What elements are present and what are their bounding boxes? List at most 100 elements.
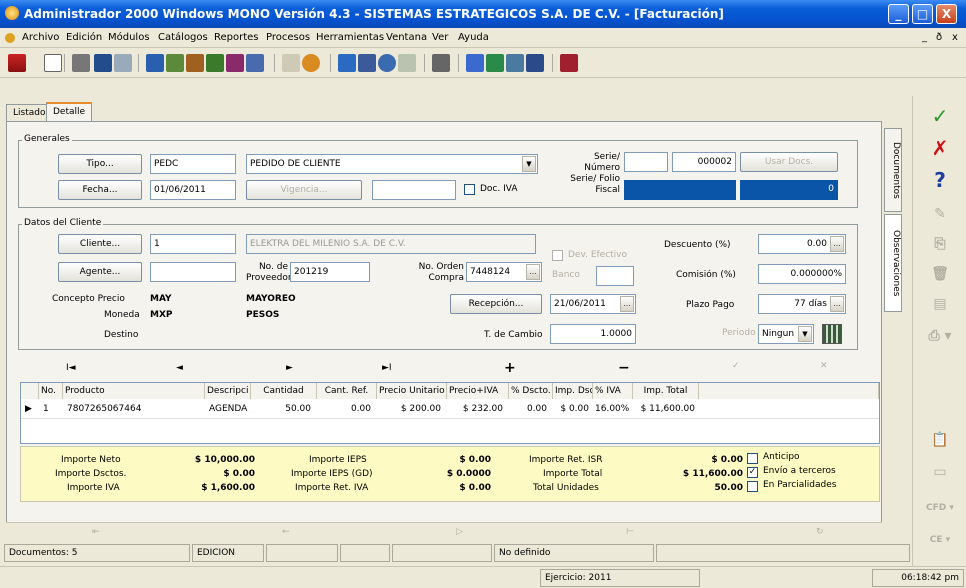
chevron-down-icon[interactable]: ▼	[522, 156, 536, 172]
no-proveedor-input[interactable]: 201219	[290, 262, 370, 282]
mdi-restore-button[interactable]: ð	[936, 32, 942, 43]
comision-input[interactable]: 0.000000%	[758, 264, 846, 284]
no-orden-compra-input[interactable]: 7448124…	[466, 262, 542, 282]
customers-icon[interactable]	[166, 54, 184, 72]
delete-icon[interactable]: 🗑	[921, 260, 959, 288]
doc-icon[interactable]: ▭	[921, 458, 959, 486]
ce-dropdown[interactable]: CE ▾	[921, 526, 959, 554]
forward-icon[interactable]: ▷	[456, 527, 463, 537]
fecha-input[interactable]: 01/06/2011	[150, 180, 236, 200]
refresh-icon[interactable]: ↻	[816, 527, 824, 537]
numero-input[interactable]: 000002	[672, 152, 736, 172]
tab-detalle[interactable]: Detalle	[46, 102, 93, 122]
agente-button[interactable]: Agente...	[58, 262, 142, 282]
remove-record-button[interactable]: −	[618, 360, 630, 376]
first-record-button[interactable]: I◄	[66, 363, 76, 373]
envio-terceros-checkbox[interactable]: ✓	[747, 467, 758, 478]
vigencia-input[interactable]	[372, 180, 456, 200]
cliente-code-input[interactable]: 1	[150, 234, 236, 254]
confirm-record-icon[interactable]: ✓	[732, 361, 740, 371]
tipo-description-select[interactable]: PEDIDO DE CLIENTE ▼	[246, 154, 538, 174]
insert-icon[interactable]: ⊢	[626, 527, 634, 537]
printer-icon[interactable]	[8, 54, 26, 72]
paste-icon[interactable]: 📋	[921, 426, 959, 454]
recepcion-fecha-input[interactable]: 21/06/2011…	[550, 294, 636, 314]
cliente-button[interactable]: Cliente...	[58, 234, 142, 254]
menu-procesos[interactable]: Procesos	[266, 32, 310, 43]
t-cambio-input[interactable]: 1.0000	[550, 324, 636, 344]
dev-efectivo-checkbox[interactable]	[552, 250, 563, 261]
mdi-minimize-button[interactable]: _	[922, 32, 927, 43]
products-grid[interactable]: No. Producto Descripci Cantidad Cant. Re…	[20, 382, 880, 444]
back-icon[interactable]: ←	[282, 527, 290, 537]
prev-record-button[interactable]: ◄	[176, 363, 183, 373]
print-icon[interactable]: ⎙ ▾	[921, 322, 959, 350]
cfd-dropdown[interactable]: CFD ▾	[921, 494, 959, 522]
tipo-button[interactable]: Tipo...	[58, 154, 142, 174]
agents-icon[interactable]	[206, 54, 224, 72]
vigencia-button[interactable]: Vigencia...	[246, 180, 362, 200]
anticipo-checkbox[interactable]	[747, 453, 758, 464]
periodo-select[interactable]: Ningun ▼	[758, 324, 814, 344]
menu-edicion[interactable]: Edición	[66, 32, 102, 43]
calculator-icon[interactable]	[822, 324, 842, 344]
transfer-icon[interactable]	[114, 54, 132, 72]
menu-modulos[interactable]: Módulos	[108, 32, 150, 43]
menu-archivo[interactable]: Archivo	[22, 32, 59, 43]
save-icon[interactable]	[94, 54, 112, 72]
cancel-record-icon[interactable]: ✕	[820, 361, 828, 371]
menu-catalogos[interactable]: Catálogos	[158, 32, 208, 43]
form-icon[interactable]	[146, 54, 164, 72]
plazo-pago-input[interactable]: 77 días…	[758, 294, 846, 314]
descuento-input[interactable]: 0.00…	[758, 234, 846, 254]
next-record-button[interactable]: ►	[286, 363, 293, 373]
menu-reportes[interactable]: Reportes	[214, 32, 259, 43]
banco-input[interactable]	[596, 266, 634, 286]
chevron-down-icon[interactable]: ▼	[798, 326, 812, 342]
table-row[interactable]: ▶ 1 7807265067464 AGENDA , 50.00 0.00 $ …	[21, 399, 879, 419]
tab-observaciones[interactable]: Observaciones	[884, 214, 902, 312]
excel-icon[interactable]	[486, 54, 504, 72]
print-preview-icon[interactable]: ▤	[921, 290, 959, 318]
mdi-close-button[interactable]: x	[952, 32, 958, 43]
fecha-button[interactable]: Fecha...	[58, 180, 142, 200]
maximize-button[interactable]: □	[912, 4, 933, 24]
grid-icon[interactable]	[72, 54, 90, 72]
ellipsis-icon[interactable]: …	[620, 296, 634, 312]
menu-herramientas[interactable]: Herramientas	[316, 32, 384, 43]
ellipsis-icon[interactable]: …	[526, 264, 540, 280]
pen-icon[interactable]	[432, 54, 450, 72]
parcialidades-checkbox[interactable]	[747, 481, 758, 492]
ellipsis-icon[interactable]: …	[830, 296, 844, 312]
serie-input[interactable]	[624, 152, 668, 172]
tipo-code-input[interactable]: PEDC	[150, 154, 236, 174]
settings-icon[interactable]	[302, 54, 320, 72]
books-icon[interactable]	[226, 54, 244, 72]
help-icon[interactable]: ?	[921, 166, 959, 194]
doc-iva-checkbox[interactable]	[464, 184, 475, 195]
last-record-button[interactable]: ►I	[382, 363, 392, 373]
new-document-icon[interactable]	[44, 54, 62, 72]
close-button[interactable]: X	[936, 4, 957, 24]
history-icon[interactable]	[282, 54, 300, 72]
agente-input[interactable]	[150, 262, 236, 282]
menu-ventana[interactable]: Ventana	[386, 32, 427, 43]
chart-icon[interactable]	[338, 54, 356, 72]
gear-icon[interactable]	[378, 54, 396, 72]
monitor-icon[interactable]	[526, 54, 544, 72]
ellipsis-icon[interactable]: …	[830, 236, 844, 252]
first-icon[interactable]: ⇤	[92, 527, 100, 537]
minimize-button[interactable]: _	[888, 4, 909, 24]
truck-icon[interactable]	[358, 54, 376, 72]
help-book-icon[interactable]	[560, 54, 578, 72]
tab-documentos[interactable]: Documentos	[884, 128, 902, 212]
tools-icon[interactable]	[186, 54, 204, 72]
menu-ver[interactable]: Ver	[432, 32, 448, 43]
edit-icon[interactable]: ✎	[921, 200, 959, 228]
menu-ayuda[interactable]: Ayuda	[458, 32, 489, 43]
calendar-icon[interactable]	[398, 54, 416, 72]
cancel-icon[interactable]: ✗	[921, 134, 959, 162]
usar-docs-button[interactable]: Usar Docs.	[740, 152, 838, 172]
word-icon[interactable]	[466, 54, 484, 72]
add-record-button[interactable]: +	[504, 360, 516, 376]
